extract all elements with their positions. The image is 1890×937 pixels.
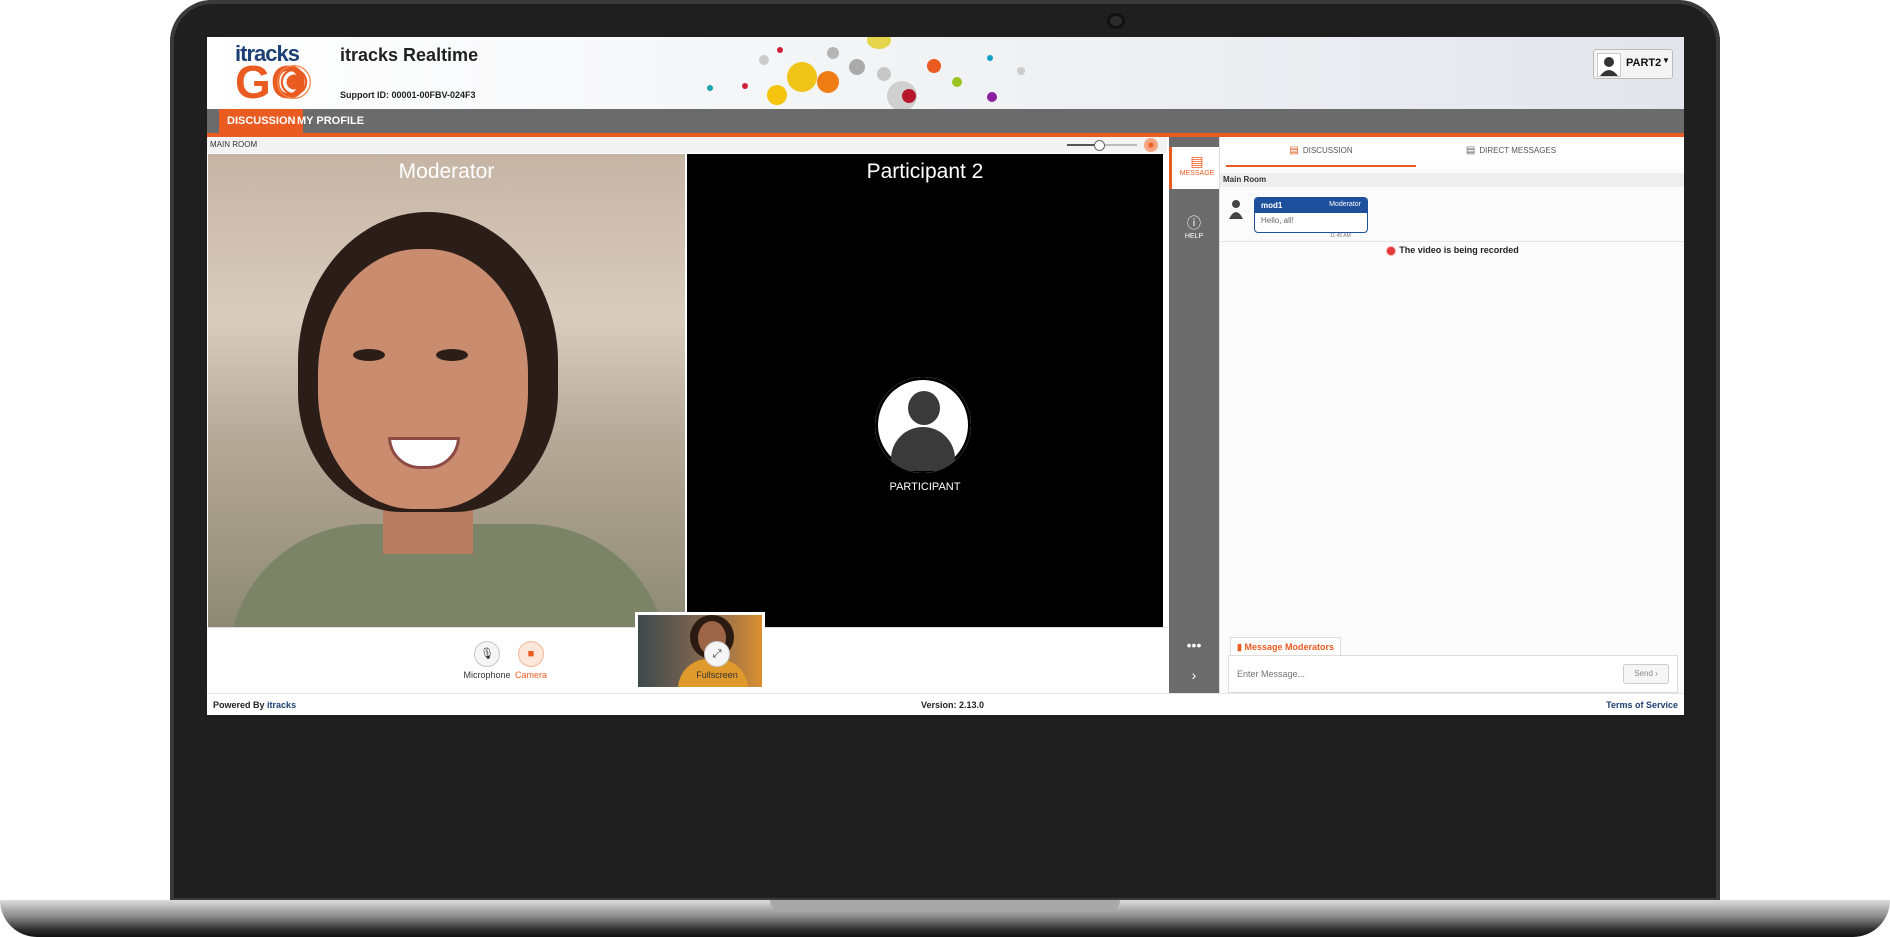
support-id: Support ID: 00001-00FBV-024F3 — [340, 90, 476, 100]
chat-room-title: Main Room — [1220, 173, 1684, 187]
caret-down-icon: ▼ — [1662, 56, 1670, 65]
chat-message-header: mod1 Moderator — [1255, 198, 1367, 213]
direct-message-icon: ▤ — [1465, 145, 1476, 156]
message-moderators-label: Message Moderators — [1244, 642, 1334, 652]
volume-handle[interactable] — [1093, 140, 1105, 151]
message-icon: ▤ — [1190, 153, 1204, 169]
collapse-panel-icon[interactable]: › — [1169, 667, 1219, 683]
chat-tab-discussion-label: DISCUSSION — [1302, 146, 1353, 155]
help-icon: ⓘ — [1187, 215, 1201, 231]
camera-label: Camera — [514, 670, 547, 680]
user-name: PART2 — [1626, 57, 1662, 69]
moderator-eye-right — [436, 349, 468, 361]
volume-slider[interactable] — [1067, 140, 1137, 151]
message-composer: Send › — [1228, 655, 1678, 693]
message-moderators-tab[interactable]: ▮ Message Moderators — [1230, 637, 1341, 656]
moderator-eye-left — [353, 349, 385, 361]
powered-by: Powered By itracks — [213, 700, 296, 710]
chat-panel: ▤ DISCUSSION ▤ DIRECT MESSAGES Main Room m… — [1219, 137, 1684, 693]
user-avatar-icon — [1597, 53, 1621, 77]
moderator-label: Moderator — [398, 160, 495, 183]
rail-message-label: MESSAGE — [1179, 170, 1215, 177]
app-header: itracks GO itracks Realtime Support ID: … — [207, 37, 1684, 109]
webcam-dot — [1107, 13, 1125, 29]
more-options-icon[interactable]: ••• — [1169, 637, 1219, 653]
chat-tab-discussion[interactable]: ▤ DISCUSSION — [1226, 137, 1416, 167]
room-label: MAIN ROOM — [210, 140, 258, 149]
media-controls: 🎙 Microphone ■ Camera ⤢ Fullscreen — [207, 612, 1167, 694]
microphone-muted-icon: 🎙 — [474, 641, 500, 667]
message-input[interactable] — [1235, 664, 1539, 684]
participant2-label: Participant 2 — [866, 160, 984, 183]
rail-help-label: HELP — [1184, 233, 1204, 240]
main-nav: DISCUSSION MY PROFILE — [207, 109, 1684, 137]
participant2-video-tile: Participant 2 PARTICIPANT — [687, 154, 1163, 627]
app-title: itracks Realtime — [340, 45, 479, 65]
rail-help-button[interactable]: ⓘ HELP — [1169, 207, 1219, 240]
side-rail: ▤ MESSAGE ⓘ HELP ••• › — [1169, 137, 1222, 693]
screen-bottom-bezel — [207, 715, 1684, 863]
message-role: Moderator — [1329, 201, 1361, 208]
laptop-notch — [770, 900, 1120, 912]
chat-tabs: ▤ DISCUSSION ▤ DIRECT MESSAGES — [1220, 137, 1684, 167]
room-bar: MAIN ROOM ◉ — [207, 137, 1167, 153]
fullscreen-button[interactable]: ⤢ Fullscreen — [687, 641, 747, 680]
moderator-video-tile: Moderator — [208, 154, 685, 627]
speaker-icon[interactable]: ◉ — [1144, 138, 1158, 152]
chat-tab-direct-messages[interactable]: ▤ DIRECT MESSAGES — [1416, 137, 1606, 165]
rail-message-button[interactable]: ▤ MESSAGE — [1169, 147, 1222, 189]
itracks-go-logo: itracks GO — [235, 41, 315, 105]
terms-of-service-link[interactable]: Terms of Service — [1606, 700, 1678, 710]
recording-notice-text: The video is being recorded — [1399, 245, 1519, 255]
recording-notice: The video is being recorded — [1220, 241, 1684, 256]
send-label: Send — [1634, 669, 1653, 678]
app-screen: itracks GO itracks Realtime Support ID: … — [207, 37, 1684, 863]
fullscreen-label: Fullscreen — [696, 670, 738, 680]
powered-by-label: Powered By — [213, 700, 265, 710]
decorative-dots — [587, 37, 1237, 109]
chat-message: mod1 Moderator Hello, all! — [1254, 197, 1368, 233]
app-footer: Powered By itracks Version: 2.13.0 Terms… — [207, 693, 1684, 716]
version-label: Version: 2.13.0 — [921, 700, 985, 710]
chat-tab-dm-label: DIRECT MESSAGES — [1479, 146, 1557, 155]
user-menu-button[interactable]: PART2 ▼ — [1593, 49, 1673, 79]
chevron-right-icon: › — [1655, 669, 1658, 678]
logo-sun-icon — [277, 65, 311, 99]
fullscreen-icon: ⤢ — [704, 641, 730, 667]
message-sender: mod1 — [1261, 201, 1283, 210]
participant-avatar-icon — [875, 377, 971, 473]
itracks-link[interactable]: itracks — [267, 700, 296, 710]
participant-name: PARTICIPANT — [889, 481, 961, 493]
chat-icon: ▤ — [1289, 145, 1299, 156]
camera-button[interactable]: ■ Camera — [501, 641, 561, 680]
moderator-face — [318, 249, 528, 509]
sender-avatar-icon — [1228, 199, 1244, 219]
moderator-message-icon: ▮ — [1237, 642, 1242, 652]
message-time: 11:45 AM — [1330, 233, 1351, 239]
camera-icon: ■ — [518, 641, 544, 667]
recording-dot-icon — [1386, 245, 1397, 256]
send-button[interactable]: Send › — [1623, 664, 1669, 684]
message-text: Hello, all! — [1261, 216, 1294, 225]
tab-my-profile[interactable]: MY PROFILE — [289, 109, 372, 133]
